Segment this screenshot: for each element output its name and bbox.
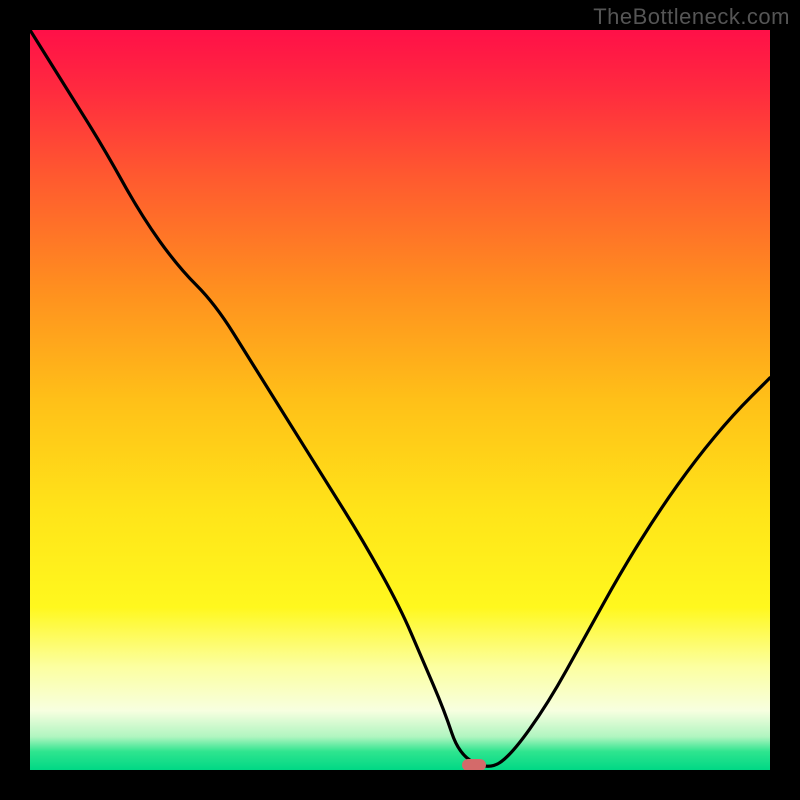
plot-area bbox=[30, 30, 770, 770]
chart-frame: TheBottleneck.com bbox=[0, 0, 800, 800]
bottleneck-curve bbox=[30, 30, 770, 770]
watermark-text: TheBottleneck.com bbox=[593, 4, 790, 30]
optimal-marker bbox=[462, 759, 486, 770]
